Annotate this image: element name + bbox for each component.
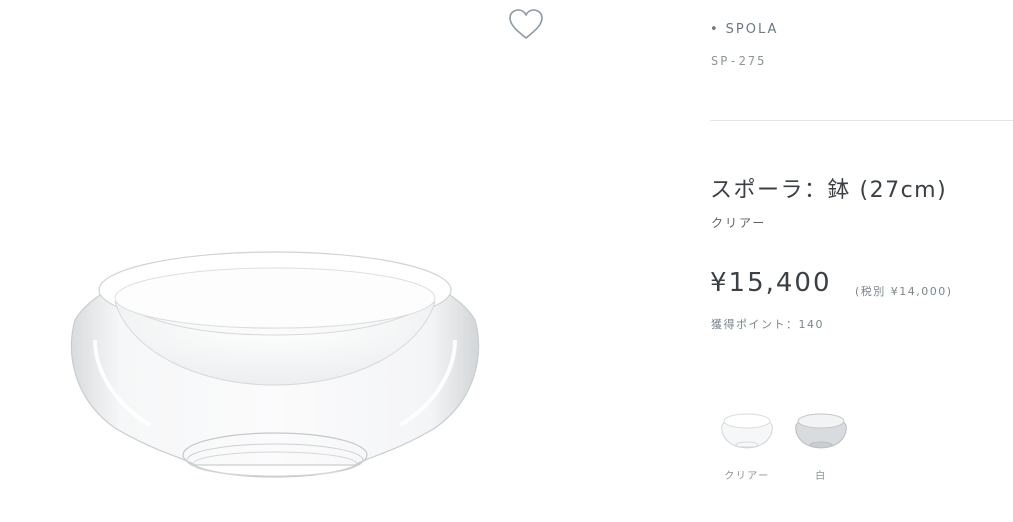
brand-label: • SPOLA: [710, 22, 778, 37]
price-tax-note: (税別 ¥14,000): [855, 285, 953, 298]
variant-selector: クリアー 白: [716, 405, 866, 495]
brand-name[interactable]: SPOLA: [726, 22, 779, 37]
variant-option-clear[interactable]: クリアー: [716, 405, 778, 485]
variant-option-white[interactable]: 白: [790, 405, 852, 485]
clear-bowl-swatch-icon[interactable]: [716, 405, 778, 455]
brand-bullet: •: [710, 22, 720, 37]
product-sku: SP-275: [711, 54, 767, 68]
product-price: ¥15,400: [710, 268, 832, 298]
favorite-button[interactable]: [506, 6, 546, 42]
product-image: [55, 240, 495, 495]
product-title: スポーラ：鉢 (27cm): [710, 178, 948, 203]
glass-bowl-image: [70, 251, 480, 478]
variant-label-clear: クリアー: [724, 471, 770, 482]
variant-label-white: 白: [815, 471, 827, 482]
heart-outline-icon[interactable]: [506, 6, 546, 42]
reward-points: 獲得ポイント：140: [711, 318, 824, 331]
white-bowl-swatch-icon[interactable]: [790, 405, 852, 455]
selected-color-name: クリアー: [711, 216, 767, 230]
divider: [710, 120, 1013, 121]
